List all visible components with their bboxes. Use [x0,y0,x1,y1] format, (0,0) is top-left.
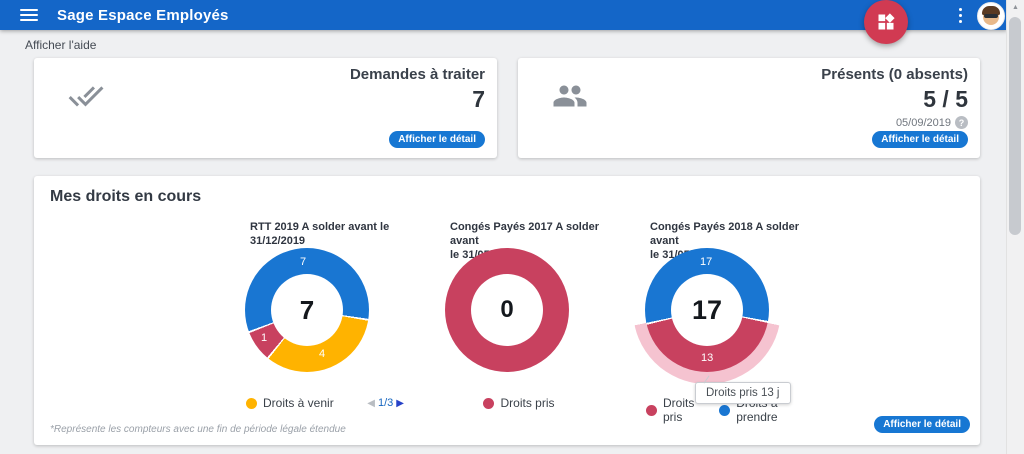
legend-dot-blue [719,405,730,416]
app-title: Sage Espace Employés [57,7,229,24]
overflow-menu-icon[interactable] [959,8,963,24]
legend-dot-red [483,398,494,409]
avatar-sunglasses [984,14,998,18]
presence-card: Présents (0 absents) 5 / 5 05/09/2019 ? … [518,58,980,158]
requests-card: Demandes à traiter 7 Afficher le détail [34,58,497,158]
scrollbar-thumb[interactable] [1009,17,1021,235]
donut-center-value: 7 [271,274,343,346]
widgets-icon [876,12,896,32]
requests-count: 7 [472,86,485,113]
pager-next-icon[interactable]: ▶ [396,398,404,409]
show-help-link[interactable]: Afficher l'aide [25,38,96,52]
donut-ring[interactable]: 7 1 4 7 [245,248,369,372]
segment-value-red: 13 [701,352,713,364]
requests-card-title: Demandes à traiter [350,66,485,83]
rights-section-title: Mes droits en cours [50,188,201,206]
people-icon [552,78,588,119]
segment-value-blue: 17 [700,256,712,268]
segment-value-blue: 7 [300,256,306,268]
chart-legend: Droits pris [430,396,608,410]
chart-legend: Droits à venir [246,396,334,410]
donut-ring[interactable]: 17 13 17 [645,248,769,372]
legend-item: Droits à venir [246,396,334,410]
requests-detail-button[interactable]: Afficher le détail [389,131,485,148]
presence-card-title: Présents (0 absents) [821,66,968,83]
pager-label: 1/3 [378,397,393,409]
app-header: Sage Espace Employés [0,0,1007,30]
legend-dot-red [646,405,657,416]
footnote: *Représente les compteurs avec une fin d… [50,424,346,435]
app-root: Sage Espace Employés Afficher l'aide Dem… [0,0,1024,454]
donut-center-value: 0 [471,274,543,346]
user-avatar[interactable] [977,2,1005,30]
widgets-fab-button[interactable] [864,0,908,44]
segment-value-red: 1 [261,332,267,344]
hamburger-menu-icon[interactable] [20,9,38,21]
donut-center-value: 17 [671,274,743,346]
presence-count: 5 / 5 [923,86,968,113]
rights-card: Mes droits en cours RTT 2019 A solder av… [34,176,980,445]
legend-pager: ◀ 1/3 ▶ [367,397,404,409]
vertical-scrollbar[interactable]: ▲ [1006,0,1024,454]
presence-date: 05/09/2019 [896,117,951,129]
chart-tooltip: Droits pris 13 j [695,382,791,404]
legend-label: Droits à venir [263,396,334,410]
donut-ring[interactable]: 0 [445,248,569,372]
rights-detail-button[interactable]: Afficher le détail [874,416,970,433]
double-check-icon [68,78,104,119]
donut-chart-cp-2017: Congés Payés 2017 A solder avant le 31/0… [430,212,608,430]
legend-dot-yellow [246,398,257,409]
presence-detail-button[interactable]: Afficher le détail [872,131,968,148]
presence-date-row: 05/09/2019 ? [896,116,968,129]
chart-title: RTT 2019 A solder avant le 31/12/2019 [250,220,402,248]
legend-label: Droits pris [500,396,554,410]
scroll-up-arrow-icon[interactable]: ▲ [1007,4,1024,11]
segment-value-yellow: 4 [319,348,325,360]
help-question-icon[interactable]: ? [955,116,968,129]
legend-item: Droits pris [483,396,554,410]
donut-chart-rtt-2019: RTT 2019 A solder avant le 31/12/2019 7 … [230,212,408,430]
pager-prev-icon[interactable]: ◀ [367,398,375,409]
